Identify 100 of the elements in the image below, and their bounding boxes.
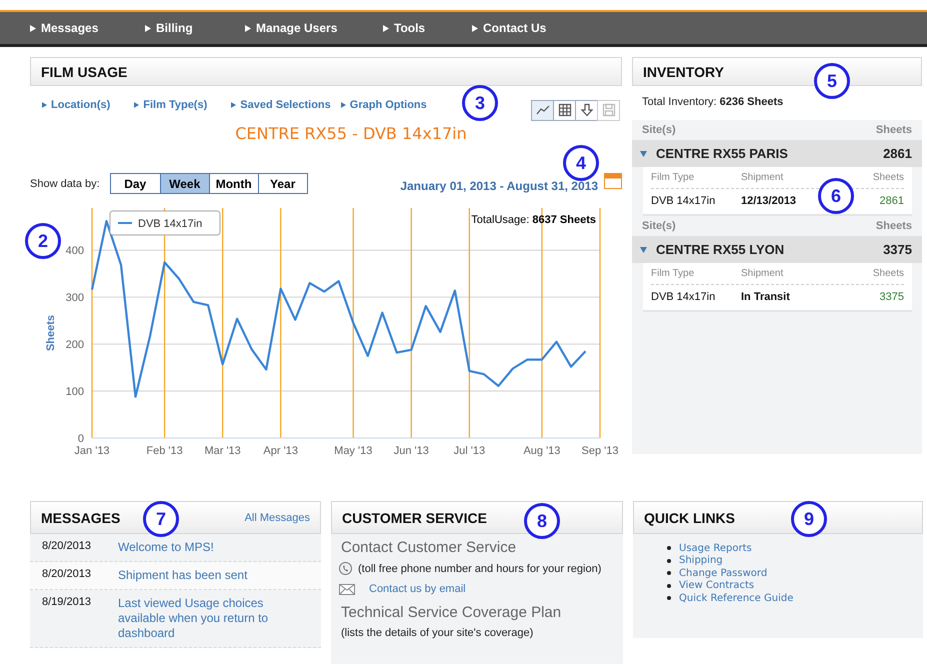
y-tick-label: 300 <box>66 292 84 304</box>
nav-link[interactable]: Messages <box>30 21 98 35</box>
table-cell: 12/13/2013 <box>741 194 796 206</box>
y-tick-label: 400 <box>66 245 84 258</box>
bullet-icon <box>667 584 671 588</box>
email-link[interactable]: Contact us by email <box>369 583 466 595</box>
quick-link[interactable]: View Contracts <box>679 580 754 592</box>
triangle-icon <box>134 102 140 108</box>
callout-number: 2 <box>25 223 61 259</box>
y-tick-label: 200 <box>66 339 84 352</box>
download-button[interactable] <box>575 100 598 120</box>
x-tick-label: Jun '13 <box>394 445 429 457</box>
total-inventory: Total Inventory: 6236 Sheets <box>632 86 922 120</box>
chart-legend: DVB 14x17in <box>110 210 220 236</box>
triangle-icon <box>145 24 151 32</box>
bullet-icon <box>667 596 671 600</box>
filter-link[interactable]: Location(s) <box>42 99 110 111</box>
message-date: 8/19/2013 <box>42 596 92 610</box>
expand-caret-icon[interactable] <box>640 246 647 252</box>
message-date: 8/20/2013 <box>42 568 92 582</box>
panel-title: CUSTOMER SERVICE <box>342 510 487 526</box>
section-heading: Technical Service Coverage Plan <box>340 603 562 623</box>
section-heading: Contact Customer Service <box>340 538 518 558</box>
panel-title: QUICK LINKS <box>644 510 735 526</box>
nav-link[interactable]: Contact Us <box>472 21 546 35</box>
x-tick-label: May '13 <box>334 445 372 457</box>
column-header: Sheets <box>876 124 912 136</box>
table-cell: DVB 14x17in <box>651 290 716 302</box>
column-header: Site(s) <box>642 124 676 136</box>
chart-title: CENTRE RX55 - DVB 14x17in <box>234 124 468 143</box>
column-header: Sheets <box>876 220 912 232</box>
table-cell: 3375 <box>880 290 904 302</box>
x-tick-label: Apr '13 <box>263 445 298 457</box>
triangle-icon <box>245 24 251 32</box>
site-row[interactable]: CENTRE RX55 PARIS 2861 <box>632 140 922 167</box>
x-tick-label: Jan '13 <box>74 445 110 457</box>
message-link[interactable]: Welcome to MPS! <box>118 540 278 555</box>
line-chart-button[interactable] <box>531 100 554 120</box>
message-date: 8/20/2013 <box>42 540 92 554</box>
panel-title: FILM USAGE <box>41 64 128 80</box>
column-header: Sheets <box>872 172 904 183</box>
bullet-icon <box>667 558 671 563</box>
quick-link[interactable]: Change Password <box>679 568 768 579</box>
show-data-label: Show data by: <box>30 178 100 190</box>
triangle-icon <box>231 102 236 108</box>
y-tick-label: 0 <box>78 433 84 445</box>
panel-title: MESSAGES <box>41 510 120 526</box>
legend-label: DVB 14x17in <box>138 218 202 230</box>
panel-title: INVENTORY <box>643 64 724 80</box>
x-tick-label: Jul '13 <box>454 445 486 457</box>
message-link[interactable]: Last viewed Usage choices available when you return to dashboard <box>118 596 278 641</box>
filter-link[interactable]: Film Type(s) <box>134 99 208 111</box>
coverage-note: (lists the details of your site's coverage) <box>341 627 534 639</box>
quick-link[interactable]: Quick Reference Guide <box>679 592 794 604</box>
nav-link[interactable]: Manage Users <box>245 21 338 35</box>
message-link[interactable]: Shipment has been sent <box>118 568 278 583</box>
expand-caret-icon[interactable] <box>640 150 647 156</box>
site-row[interactable]: CENTRE RX55 LYON 3375 <box>632 236 922 263</box>
down-arrow-icon <box>580 103 594 117</box>
filter-link[interactable]: Graph Options <box>340 99 427 111</box>
phone-icon <box>339 562 352 575</box>
table-cell: In Transit <box>741 290 790 302</box>
triangle-icon <box>30 24 36 32</box>
callout-number: 4 <box>563 145 599 181</box>
triangle-icon <box>383 24 389 32</box>
column-header: Sheets <box>872 268 904 279</box>
grid-icon <box>558 103 572 117</box>
site-sheets: 3375 <box>883 242 912 257</box>
line-chart-icon <box>536 103 550 117</box>
period-button[interactable]: Week <box>160 174 209 193</box>
site-name: CENTRE RX55 LYON <box>656 242 784 257</box>
site-name: CENTRE RX55 PARIS <box>656 146 788 161</box>
bullet-icon <box>667 546 671 550</box>
quick-link[interactable]: Usage Reports <box>679 542 752 554</box>
all-messages-link[interactable]: All Messages <box>244 512 310 524</box>
y-axis-label: Sheets <box>45 314 57 352</box>
bullet-icon <box>667 571 671 576</box>
date-range: January 01, 2013 - August 31, 2013 <box>400 178 598 192</box>
column-header: Shipment <box>741 268 784 279</box>
table-cell: DVB 14x17in <box>651 194 716 206</box>
callout-number: 3 <box>462 85 498 121</box>
nav-link[interactable]: Billing <box>145 21 193 35</box>
x-tick-label: Mar '13 <box>204 445 241 457</box>
table-view-button[interactable] <box>553 100 576 120</box>
triangle-icon <box>340 102 346 108</box>
table-cell: 2861 <box>880 194 904 206</box>
site-sheets: 2861 <box>883 146 912 161</box>
x-tick-label: Sep '13 <box>582 445 618 457</box>
column-header: Film Type <box>651 172 694 183</box>
filter-link[interactable]: Saved Selections <box>231 99 331 111</box>
column-header: Site(s) <box>642 220 676 232</box>
envelope-icon <box>339 584 355 594</box>
calendar-icon[interactable] <box>604 172 622 188</box>
quick-link[interactable]: Shipping <box>679 555 723 566</box>
y-tick-label: 100 <box>66 386 84 398</box>
column-header: Shipment <box>741 172 784 183</box>
triangle-icon <box>42 102 47 108</box>
x-tick-label: Aug '13 <box>523 445 560 457</box>
nav-link[interactable]: Tools <box>383 21 426 35</box>
column-header: Film Type <box>651 268 694 279</box>
